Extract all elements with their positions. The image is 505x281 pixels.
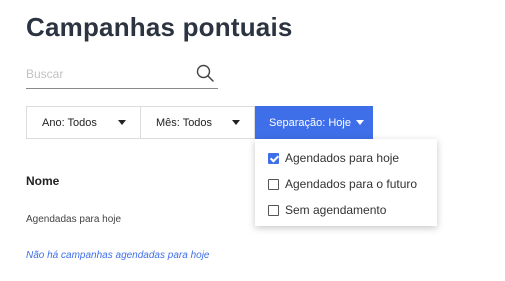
empty-state-message: Não há campanhas agendadas para hoje — [26, 250, 210, 261]
separation-filter-dropdown[interactable]: Separação: Hoje — [255, 106, 373, 139]
separation-filter-label: Separação: Hoje — [269, 116, 351, 129]
column-header-name[interactable]: Nome — [26, 174, 59, 188]
option-label: Agendados para hoje — [285, 151, 400, 165]
checkbox-unchecked-icon[interactable] — [268, 204, 279, 216]
menu-option-scheduled-future[interactable]: Agendados para o futuro — [255, 171, 437, 197]
checkbox-unchecked-icon[interactable] — [268, 178, 279, 190]
search-bar — [26, 60, 218, 89]
caret-down-icon — [118, 120, 126, 125]
caret-down-icon — [232, 120, 240, 125]
option-label: Agendados para o futuro — [285, 177, 418, 191]
page-title: Campanhas pontuais — [26, 12, 293, 42]
option-label: Sem agendamento — [285, 203, 387, 217]
section-label: Agendadas para hoje — [26, 214, 122, 225]
menu-option-scheduled-today[interactable]: Agendados para hoje — [255, 145, 437, 171]
year-filter-dropdown[interactable]: Ano: Todos — [26, 106, 141, 139]
month-filter-dropdown[interactable]: Mês: Todos — [141, 106, 255, 139]
search-icon[interactable] — [195, 63, 215, 83]
filter-bar: Ano: Todos Mês: Todos Separação: Hoje — [26, 106, 373, 139]
month-filter-label: Mês: Todos — [156, 116, 213, 129]
checkbox-checked-icon[interactable] — [268, 152, 279, 164]
caret-down-icon — [355, 120, 364, 125]
menu-option-no-schedule[interactable]: Sem agendamento — [255, 197, 437, 223]
search-input[interactable] — [26, 64, 186, 84]
separation-dropdown-menu: Agendados para hoje Agendados para o fut… — [255, 139, 437, 226]
year-filter-label: Ano: Todos — [42, 116, 97, 129]
